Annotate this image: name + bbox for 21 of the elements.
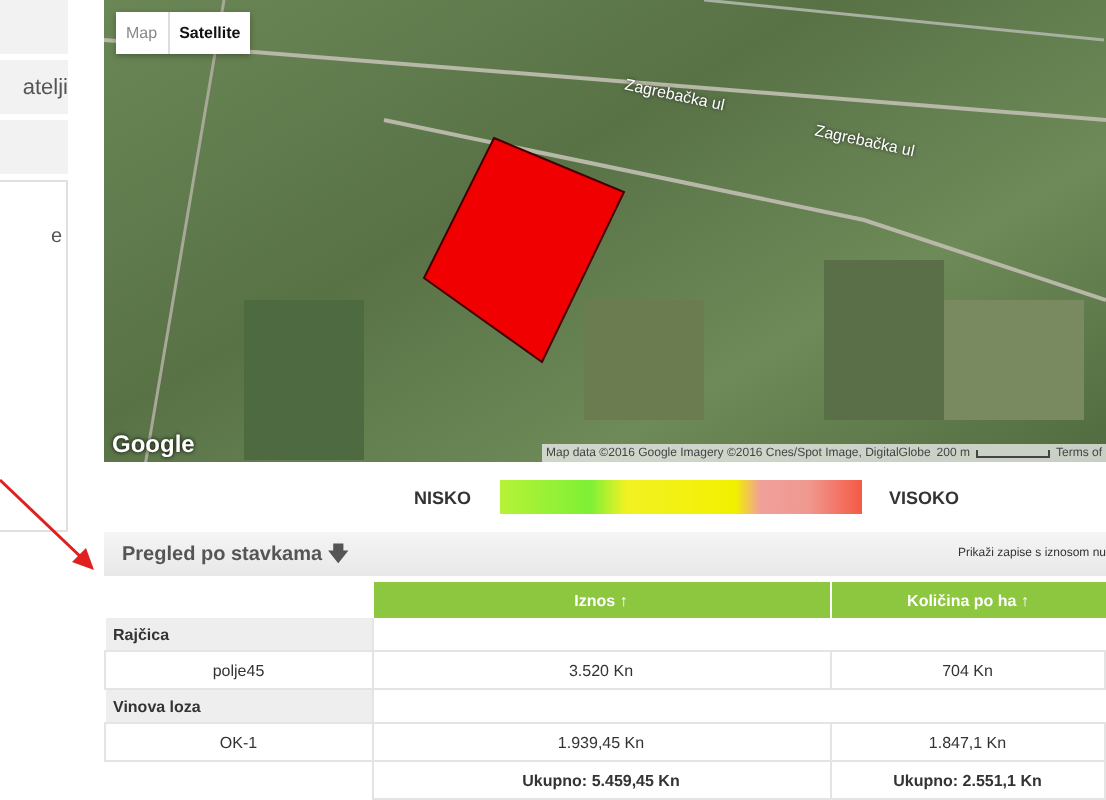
map-type-tab[interactable]: Map (116, 12, 168, 54)
panel-text: e (50, 226, 62, 248)
section-title[interactable]: Pregled po stavkama 🡇 (122, 537, 348, 572)
map-logo: Google (112, 430, 195, 459)
table-cell: OK-1 (105, 723, 372, 761)
legend-high-label: VISOKO (889, 487, 960, 508)
legend-low-label: NISKO (414, 487, 472, 508)
total-cell: Ukupno: 5.459,45 Kn (372, 761, 830, 799)
scale-bar-icon (975, 449, 1050, 458)
aerial-map-drawing[interactable] (104, 0, 1106, 463)
total-cell: Ukupno: 2.551,1 Kn (830, 761, 1105, 799)
arrow-icon (0, 476, 96, 576)
table-cell: 1.847,1 Kn (830, 723, 1105, 761)
table-cell: 704 Kn (830, 651, 1105, 689)
sidebar-item[interactable]: atelji (0, 60, 68, 114)
map-type-tab[interactable]: Satellite (167, 12, 251, 54)
table-cell: 3.520 Kn (372, 651, 830, 689)
group-cell: Rajčica (105, 618, 372, 651)
group-cell: Vinova loza (105, 689, 372, 723)
field-polygon[interactable] (422, 136, 626, 366)
table-cell: 1.939,45 Kn (372, 723, 830, 761)
